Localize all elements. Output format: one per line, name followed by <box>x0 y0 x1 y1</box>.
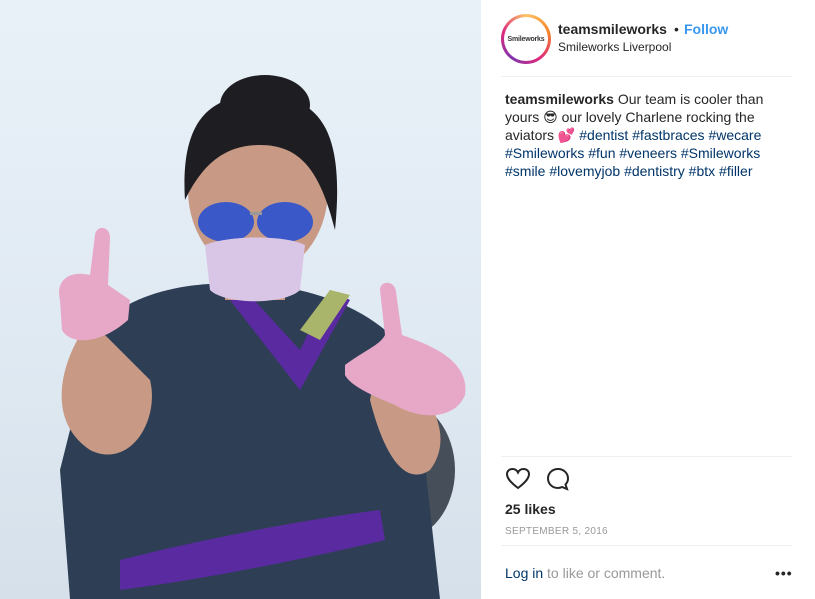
heart-icon[interactable] <box>505 466 531 492</box>
emoji-sunglasses: 😎 <box>543 109 558 125</box>
hashtag-link[interactable]: #smile <box>505 163 545 179</box>
login-prompt-text: to like or comment. <box>543 565 666 581</box>
follow-button[interactable]: Follow <box>684 21 728 37</box>
hashtag-link[interactable]: #fun <box>588 145 615 161</box>
comment-bubble-icon[interactable] <box>545 466 571 492</box>
more-options-icon[interactable]: ••• <box>775 565 793 581</box>
caption-username[interactable]: teamsmileworks <box>505 91 614 107</box>
emoji-hearts: 💕 <box>557 127 576 143</box>
hashtag-link[interactable]: #dentist <box>579 127 628 143</box>
avatar-logo-text: Smileworks <box>507 35 545 43</box>
login-link[interactable]: Log in <box>505 565 543 581</box>
hashtag-link[interactable]: #filler <box>719 163 752 179</box>
hashtag-link[interactable]: #Smileworks <box>681 145 760 161</box>
post-header: Smileworks teamsmileworks • Follow Smile… <box>501 14 792 76</box>
post-sidebar: Smileworks teamsmileworks • Follow Smile… <box>481 0 815 599</box>
hashtag-link[interactable]: #wecare <box>708 127 761 143</box>
login-prompt: Log in to like or comment. <box>505 565 665 581</box>
footer-divider <box>501 545 792 546</box>
hashtag-link[interactable]: #veneers <box>619 145 677 161</box>
hashtag-link[interactable]: #lovemyjob <box>549 163 620 179</box>
post-caption: teamsmileworks Our team is cooler than y… <box>505 90 795 180</box>
hashtag-link[interactable]: #Smileworks <box>505 145 584 161</box>
post-date[interactable]: SEPTEMBER 5, 2016 <box>505 526 608 537</box>
instagram-post: Smileworks teamsmileworks • Follow Smile… <box>0 0 815 599</box>
location-link[interactable]: Smileworks Liverpool <box>558 40 671 54</box>
hashtag-link[interactable]: #fastbraces <box>632 127 704 143</box>
username-link[interactable]: teamsmileworks <box>558 21 667 37</box>
like-count[interactable]: 25 likes <box>505 501 556 517</box>
avatar-inner: Smileworks <box>504 17 548 61</box>
actions-divider <box>501 456 792 457</box>
post-photo[interactable] <box>0 0 481 599</box>
hashtag-link[interactable]: #btx <box>689 163 715 179</box>
hashtag-link[interactable]: #dentistry <box>624 163 685 179</box>
header-divider <box>501 76 792 77</box>
avatar[interactable]: Smileworks <box>501 14 551 64</box>
separator-dot: • <box>674 21 679 37</box>
photo-illustration <box>59 75 466 599</box>
